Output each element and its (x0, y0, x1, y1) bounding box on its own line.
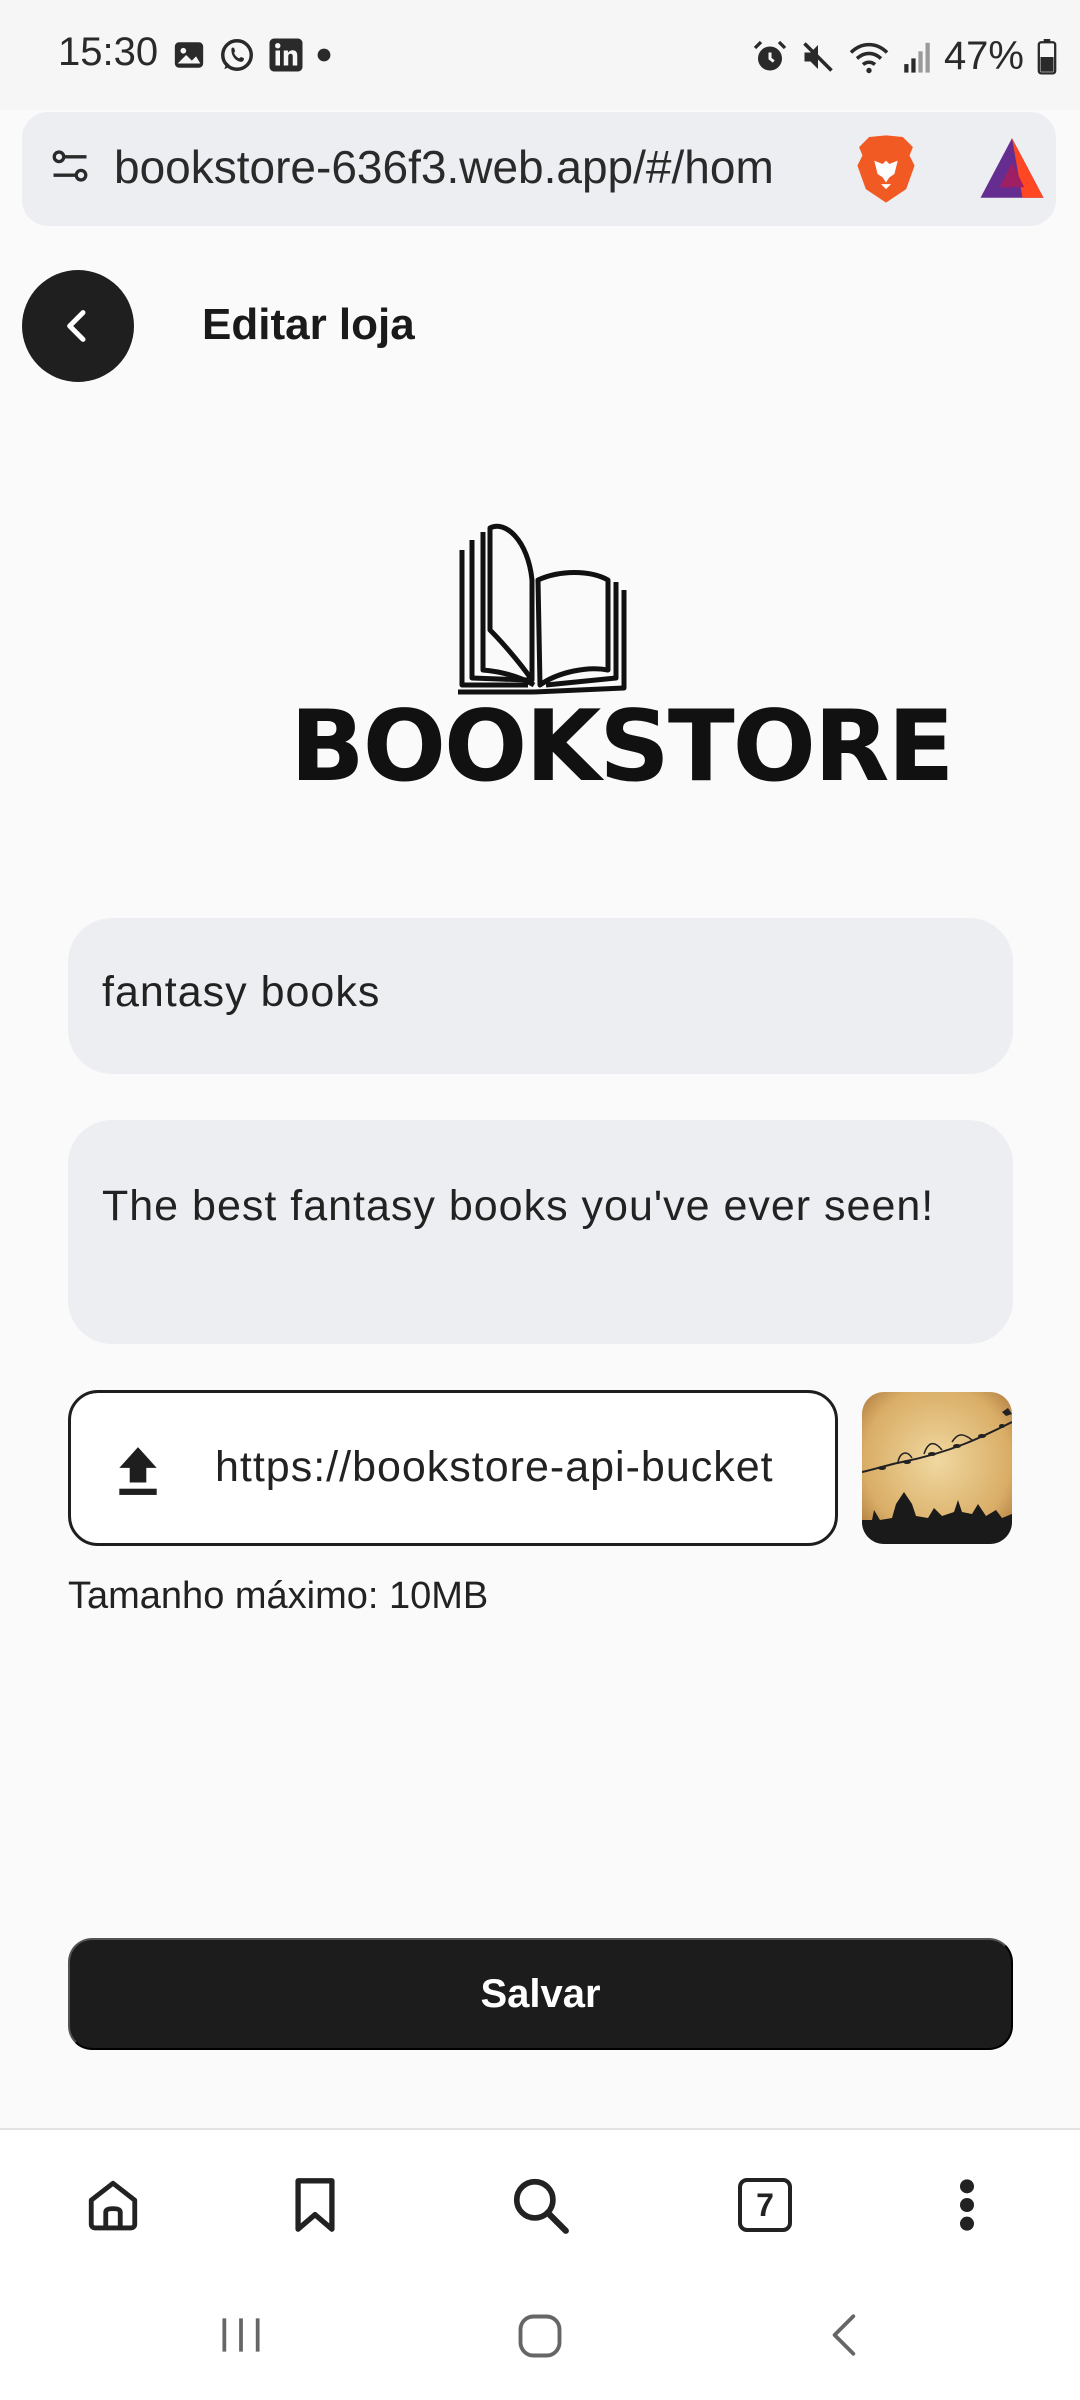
battery-icon (1037, 38, 1057, 75)
bookstore-logo: BOOKSTORE (290, 520, 954, 804)
bookmark-button[interactable] (280, 2170, 350, 2240)
back-button[interactable] (22, 270, 134, 382)
notification-icons (172, 36, 332, 74)
image-url-value: https://bookstore-api-bucket (215, 1443, 774, 1491)
back-nav-icon[interactable] (820, 2310, 870, 2360)
home-icon (88, 2180, 138, 2231)
status-time: 15:30 (58, 30, 159, 74)
store-description-field[interactable]: The best fantasy books you've ever seen! (68, 1120, 1013, 1344)
more-icon (960, 2179, 974, 2231)
size-hint: Tamanho máximo: 10MB (68, 1575, 489, 1617)
logo-wordmark: BOOKSTORE (290, 690, 954, 804)
bat-rewards-icon[interactable] (977, 134, 1047, 202)
open-book-icon (458, 523, 627, 695)
system-icons: 47% (752, 34, 1058, 79)
address-bar[interactable]: bookstore-636f3.web.app/#/hom (22, 112, 1056, 226)
chevron-left-icon (67, 310, 86, 342)
status-bar: 15:30 47% (0, 0, 1080, 110)
search-icon (513, 2178, 569, 2234)
brave-shields-icon[interactable] (852, 132, 920, 206)
screen: 15:30 47% bookstore-636f3.web.app/#/hom … (0, 0, 1080, 2400)
site-settings-icon[interactable] (48, 144, 92, 188)
upload-icon[interactable] (113, 1443, 163, 1497)
dot-icon (317, 48, 331, 62)
mute-icon (803, 41, 833, 72)
alarm-icon (753, 40, 787, 70)
home-button[interactable] (78, 2170, 148, 2240)
system-nav-bar (0, 2268, 1080, 2400)
recent-apps-icon[interactable] (216, 2310, 266, 2360)
tabs-button[interactable]: 7 (730, 2170, 800, 2240)
home-nav-icon[interactable] (514, 2310, 566, 2362)
store-name-value: fantasy books (102, 968, 381, 1016)
signal-icon (904, 42, 930, 73)
url-text[interactable]: bookstore-636f3.web.app/#/hom (114, 140, 832, 194)
wifi-icon (849, 42, 889, 73)
image-upload-field[interactable]: https://bookstore-api-bucket (68, 1390, 838, 1546)
gallery-icon (174, 42, 204, 68)
store-image-thumbnail (862, 1392, 1012, 1544)
store-name-field[interactable]: fantasy books (68, 918, 1013, 1074)
search-button[interactable] (505, 2170, 575, 2240)
bookmark-icon (295, 2178, 335, 2232)
whatsapp-icon (221, 39, 253, 71)
store-description-value: The best fantasy books you've ever seen! (102, 1182, 935, 1230)
browser-toolbar: 7 (0, 2128, 1080, 2268)
tabs-icon: 7 (738, 2178, 792, 2232)
save-button[interactable]: Salvar (68, 1938, 1013, 2050)
more-button[interactable] (932, 2170, 1002, 2240)
linkedin-icon (269, 38, 303, 72)
battery-percent: 47% (943, 34, 1024, 78)
page-title: Editar loja (202, 300, 415, 349)
